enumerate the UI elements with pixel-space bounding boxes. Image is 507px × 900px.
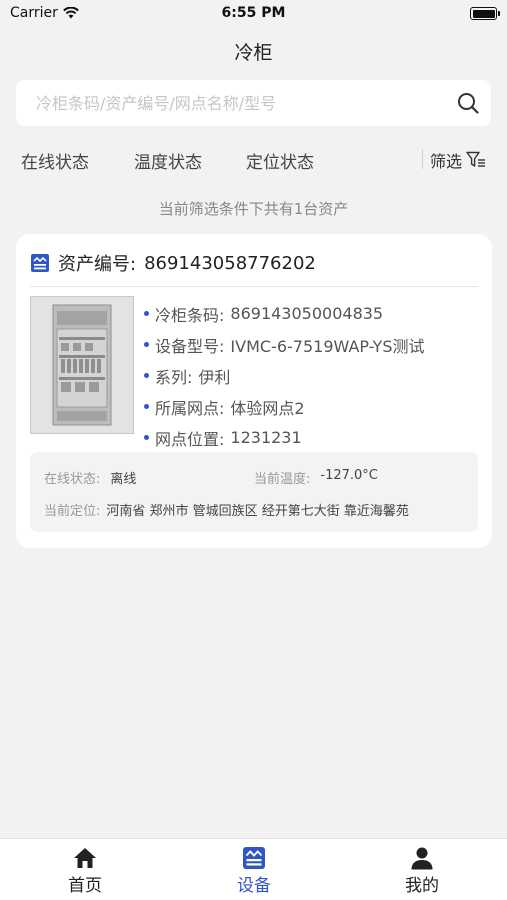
filter-divider — [422, 149, 423, 169]
result-summary: 当前筛选条件下共有1台资产 — [158, 200, 349, 218]
filter-location-status[interactable]: 定位状态 — [246, 148, 314, 173]
online-status-value: 离线 — [110, 472, 137, 487]
tab-device[interactable]: 设备 — [194, 845, 314, 896]
asset-header: 资产编号: 869143058776202 — [30, 250, 316, 276]
tab-home-label: 首页 — [68, 876, 102, 896]
asset-no-value: 869143058776202 — [144, 252, 316, 274]
user-icon — [411, 847, 433, 870]
info-series: 系列: 伊利 — [144, 360, 474, 391]
search-input[interactable] — [36, 93, 457, 113]
info-value: 869143050004835 — [230, 304, 384, 323]
info-value: IVMC-6-7519WAP-YS测试 — [230, 336, 425, 356]
search-icon[interactable] — [457, 92, 479, 114]
current-location: 当前定位: 河南省 郑州市 管城回族区 经开第七大街 靠近海馨苑 — [44, 500, 409, 519]
location-label: 当前定位: — [44, 504, 101, 519]
home-icon — [74, 848, 96, 868]
info-label: 网点位置: — [155, 429, 225, 449]
status-panel: 在线状态: 离线 当前温度: -127.0°C 当前定位: 河南省 郑州市 管城… — [30, 452, 478, 532]
card-divider — [30, 286, 478, 287]
clock: 6:55 PM — [221, 5, 286, 21]
asset-info-list: 冷柜条码: 869143050004835 设备型号: IVMC-6-7519W… — [144, 298, 474, 453]
info-label: 设备型号: — [155, 336, 225, 356]
info-outlet: 所属网点: 体验网点2 — [144, 391, 474, 422]
freezer-image — [30, 296, 134, 434]
filter-bar: 在线状态 温度状态 定位状态 筛选 — [0, 140, 507, 180]
asset-no-label: 资产编号: — [58, 254, 137, 275]
info-label: 所属网点: — [155, 398, 225, 418]
filter-online-status[interactable]: 在线状态 — [21, 148, 89, 173]
page-title: 冷柜 — [234, 42, 273, 64]
info-outlet-location: 网点位置: 1231231 — [144, 422, 474, 453]
online-status: 在线状态: 离线 — [44, 468, 136, 487]
device-icon — [243, 847, 265, 869]
info-barcode: 冷柜条码: 869143050004835 — [144, 298, 474, 329]
location-value: 河南省 郑州市 管城回族区 经开第七大街 靠近海馨苑 — [106, 504, 409, 519]
filter-label: 筛选 — [430, 152, 463, 171]
info-model: 设备型号: IVMC-6-7519WAP-YS测试 — [144, 329, 474, 360]
info-value: 伊利 — [198, 367, 231, 387]
temperature-value: -127.0°C — [320, 468, 378, 483]
current-temperature: 当前温度: -127.0°C — [254, 468, 378, 487]
tab-mine[interactable]: 我的 — [362, 845, 482, 896]
battery-icon — [470, 7, 500, 20]
online-status-label: 在线状态: — [44, 472, 101, 487]
tab-device-label: 设备 — [237, 876, 271, 896]
info-value: 1231231 — [230, 428, 302, 447]
temperature-label: 当前温度: — [254, 472, 311, 487]
search-bar — [16, 80, 491, 126]
device-icon — [31, 254, 49, 272]
info-label: 冷柜条码: — [155, 305, 225, 325]
status-bar: Carrier 6:55 PM — [0, 0, 507, 28]
info-label: 系列: — [155, 367, 193, 387]
filter-temperature-status[interactable]: 温度状态 — [134, 148, 202, 173]
asset-card[interactable]: 资产编号: 869143058776202 冷柜条码: 869143050004… — [16, 234, 492, 548]
tab-mine-label: 我的 — [405, 876, 439, 896]
filter-button[interactable]: 筛选 — [430, 148, 486, 172]
info-value: 体验网点2 — [230, 398, 305, 418]
filter-icon — [466, 151, 486, 167]
tab-bar: 首页 设备 我的 — [0, 838, 507, 900]
tab-home[interactable]: 首页 — [25, 845, 145, 896]
